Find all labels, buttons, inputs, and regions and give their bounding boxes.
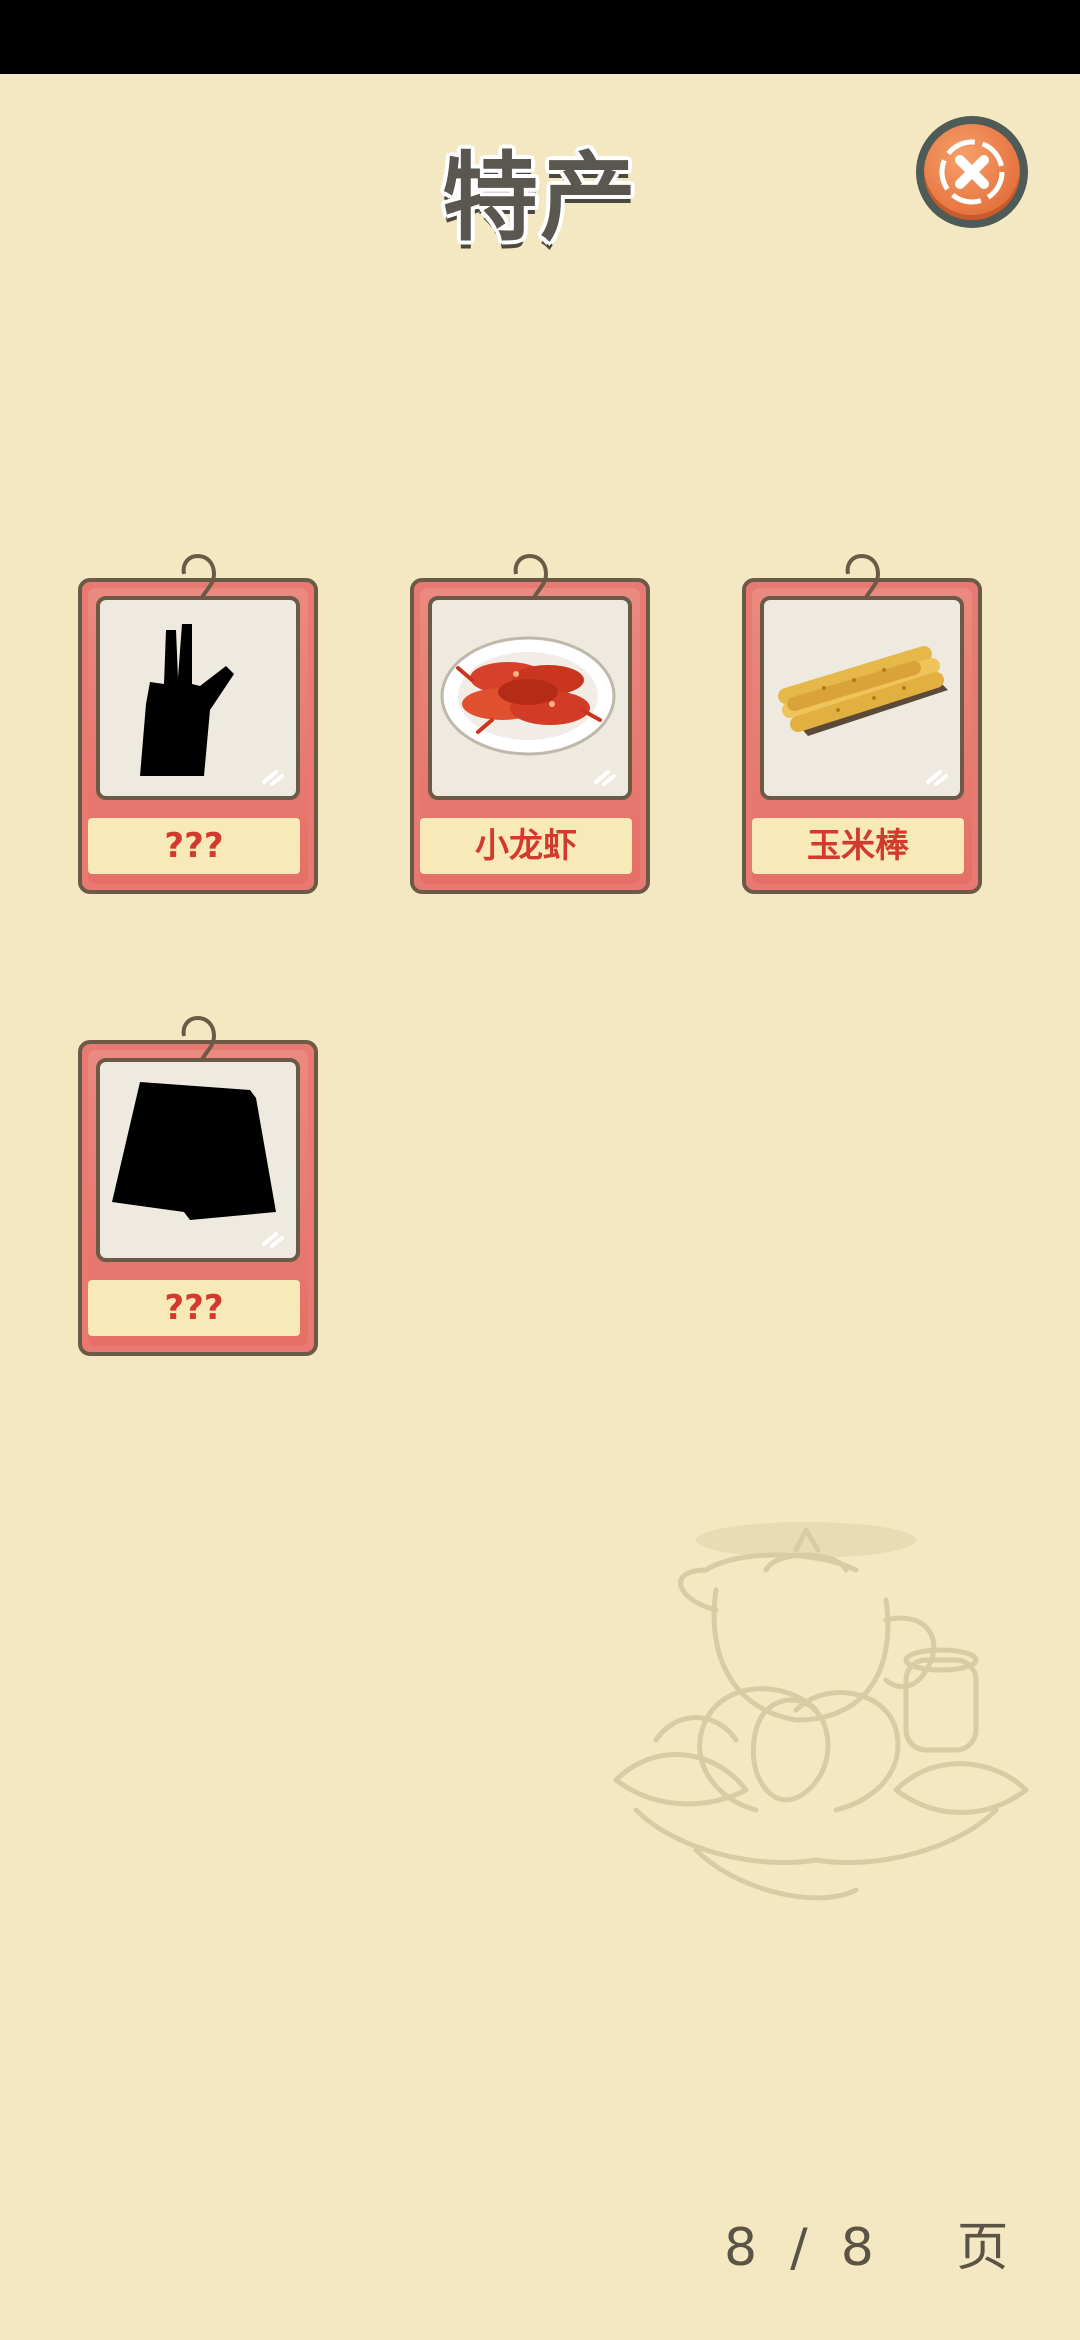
page-unit: 页 [956, 2218, 1009, 2278]
specialty-card-2[interactable]: 小龙虾 [410, 554, 650, 894]
card-label: ??? [88, 818, 300, 874]
card-image [760, 596, 964, 800]
specialty-card-3[interactable]: 玉米棒 [742, 554, 982, 894]
status-bar [0, 0, 1080, 74]
teapot-lotus-decoration-icon [613, 1522, 1029, 1901]
card-image [96, 596, 300, 800]
total-pages: 8 [840, 2218, 874, 2278]
close-button[interactable] [916, 116, 1028, 228]
card-label: ??? [88, 1280, 300, 1336]
card-image [96, 1058, 300, 1262]
current-page: 8 [724, 2218, 758, 2278]
corn-sticks-icon [778, 646, 948, 736]
gloves-silhouette-icon [140, 624, 234, 776]
page-separator: / [790, 2218, 808, 2278]
specialty-card-4[interactable]: ??? [78, 1016, 318, 1356]
card-image [428, 596, 632, 800]
card-label: 小龙虾 [420, 818, 632, 874]
card-label: 玉米棒 [752, 818, 964, 874]
specialty-card-1[interactable]: ??? [78, 554, 318, 894]
cloth-silhouette-icon [112, 1082, 276, 1220]
close-icon [924, 124, 1020, 220]
crayfish-plate-icon [440, 636, 616, 756]
page-indicator: 8 / 8 页 [724, 2205, 1024, 2278]
